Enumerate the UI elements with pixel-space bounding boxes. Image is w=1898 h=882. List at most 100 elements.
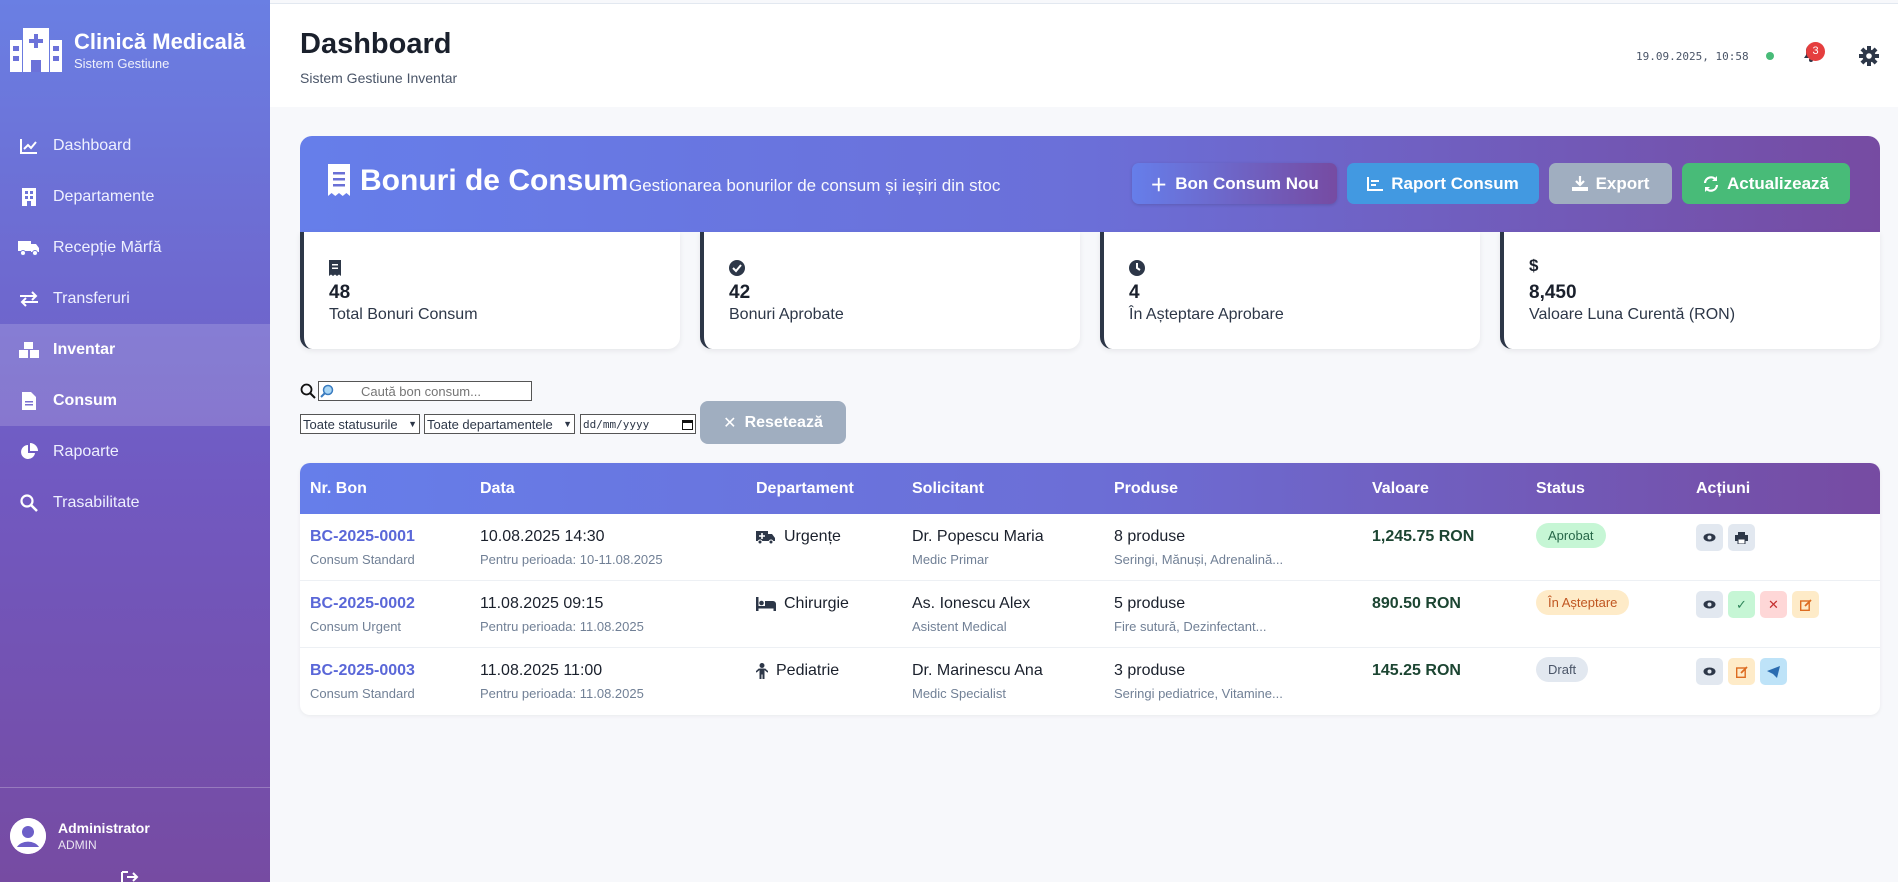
report-consum-button[interactable]: Raport Consum [1347,163,1539,204]
view-button[interactable] [1696,658,1723,685]
print-button[interactable] [1728,524,1755,551]
magnifier-emoji-icon [320,384,334,398]
sidebar-item-inventar[interactable]: Inventar [0,324,270,375]
date-placeholder: dd/mm/yyyy [583,417,650,431]
bon-date: 11.08.2025 09:15 [480,595,604,612]
table-row[interactable]: BC-2025-0001 Consum Standard 10.08.2025 1… [300,514,1880,581]
truck-icon [18,237,40,259]
search-wrap [300,381,540,401]
table-row[interactable]: BC-2025-0003 Consum Standard 11.08.2025 1… [300,648,1880,715]
new-consum-button[interactable]: ＋ Bon Consum Nou [1132,163,1337,204]
avatar [10,818,46,854]
department-name: Chirurgie [784,595,849,612]
col-header[interactable]: Data [470,463,746,514]
col-header[interactable]: Solicitant [902,463,1104,514]
bon-value: 1,245.75 RON [1372,528,1475,545]
bon-number-link[interactable]: BC-2025-0001 [310,528,470,546]
ambulance-icon [756,531,775,544]
brand[interactable]: Clinică Medicală Sistem Gestiune [0,0,270,100]
status-badge: Aprobat [1536,523,1606,548]
col-header[interactable]: Valoare [1362,463,1526,514]
requester-name: Dr. Marinescu Ana [912,662,1043,679]
stat-value: 48 [329,282,351,303]
pie-chart-icon [18,441,40,463]
sidebar-item-departamente[interactable]: Departamente [0,171,270,222]
table-row[interactable]: BC-2025-0002 Consum Urgent 11.08.2025 09:… [300,581,1880,648]
sidebar-item-label: Departamente [53,187,155,205]
sidebar-item-trasabilitate[interactable]: Trasabilitate [0,477,270,528]
hospital-icon [10,28,62,72]
button-label: Raport Consum [1391,173,1519,193]
sidebar-item-label: Consum [53,391,117,409]
calendar-icon [682,419,693,430]
datetime: 19.09.2025, 10:58 [1636,50,1749,63]
products-count: 5 produse [1114,595,1186,612]
status-badge: În Așteptare [1536,590,1630,615]
download-icon [1571,176,1588,191]
sidebar-item-transferuri[interactable]: Transferuri [0,273,270,324]
bon-type: Consum Standard [310,686,415,701]
bon-number-link[interactable]: BC-2025-0003 [310,662,470,680]
products-detail: Fire sutură, Dezinfectant... [1114,619,1267,634]
bon-period: Pentru perioada: 10-11.08.2025 [480,552,663,567]
status-badge: Draft [1536,657,1589,682]
department-name: Pediatrie [776,662,840,679]
dollar-icon: $ [1529,256,1539,275]
view-button[interactable] [1696,524,1723,551]
products-count: 3 produse [1114,662,1186,679]
notification-badge[interactable]: 3 [1806,42,1825,61]
reject-button[interactable]: ✕ [1760,591,1787,618]
chart-line-icon [18,135,40,157]
stat-card-total: 48 Total Bonuri Consum [300,232,680,349]
stat-label: În Așteptare Aprobare [1129,306,1284,323]
refresh-button[interactable]: Actualizează [1682,163,1850,204]
status-select[interactable]: Toate statusurile ▼ [300,414,420,434]
sidebar-item-receptie[interactable]: Recepție Mărfă [0,222,270,273]
receipt-icon [328,164,350,196]
user-profile[interactable]: Administrator ADMIN [0,788,270,854]
exchange-icon [18,288,40,310]
col-header[interactable]: Departament [746,463,902,514]
col-header[interactable]: Produse [1104,463,1362,514]
requester-role: Asistent Medical [912,619,1007,634]
view-button[interactable] [1696,591,1723,618]
eye-icon [1703,600,1716,609]
reset-button[interactable]: ✕ Resetează [700,401,846,444]
bon-period: Pentru perioada: 11.08.2025 [480,619,644,634]
col-header[interactable]: Nr. Bon [300,463,470,514]
department-select[interactable]: Toate departamentele ▼ [424,414,575,434]
logout-icon[interactable] [120,870,140,882]
col-header[interactable]: Acțiuni [1686,463,1880,514]
sidebar: Clinică Medicală Sistem Gestiune Dashboa… [0,0,270,882]
date-input[interactable]: dd/mm/yyyy [580,414,696,434]
sidebar-item-rapoarte[interactable]: Rapoarte [0,426,270,477]
stat-card-approved: 42 Bonuri Aprobate [700,232,1080,349]
stat-card-value: $ 8,450 Valoare Luna Curentă (RON) [1500,232,1880,349]
check-icon: ✓ [1736,596,1747,612]
sidebar-item-label: Rapoarte [53,442,119,460]
approve-button[interactable]: ✓ [1728,591,1755,618]
sidebar-item-consum[interactable]: Consum [0,375,270,426]
bon-number-link[interactable]: BC-2025-0002 [310,595,470,613]
products-detail: Seringi, Mănuși, Adrenalină... [1114,552,1284,567]
bon-value: 145.25 RON [1372,662,1461,679]
button-label: Resetează [744,413,823,431]
edit-button[interactable] [1792,591,1819,618]
chevron-down-icon: ▼ [563,419,572,429]
sidebar-item-label: Inventar [53,340,116,358]
sidebar-item-dashboard[interactable]: Dashboard [0,120,270,171]
bon-period: Pentru perioada: 11.08.2025 [480,686,644,701]
search-input[interactable] [318,381,532,401]
gear-icon[interactable] [1859,46,1879,66]
select-value: Toate departamentele [427,416,553,432]
export-button[interactable]: Export [1549,163,1672,204]
receipt-icon [329,260,341,276]
col-header[interactable]: Status [1526,463,1686,514]
sync-icon [1703,175,1719,192]
child-icon [756,663,768,679]
consum-banner: Bonuri de Consum Gestionarea bonurilor d… [300,136,1880,232]
requester-role: Medic Primar [912,552,989,567]
send-button[interactable] [1760,658,1787,685]
online-status-dot [1766,52,1774,60]
edit-button[interactable] [1728,658,1755,685]
